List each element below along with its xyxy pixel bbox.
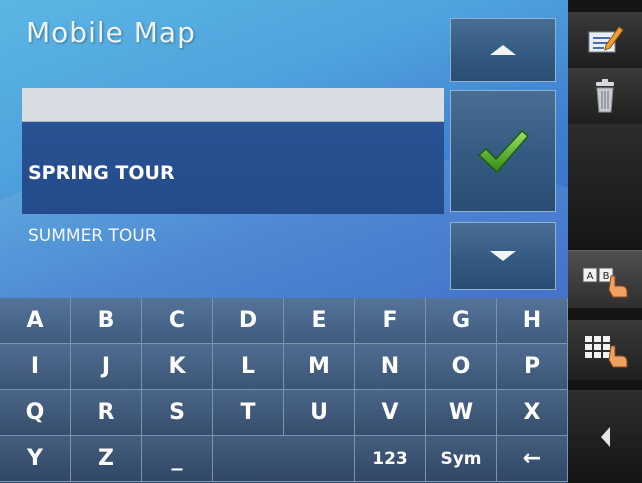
key-v[interactable]: V xyxy=(355,390,426,436)
toolbar-spacer xyxy=(568,124,642,248)
key-l[interactable]: L xyxy=(213,344,284,390)
key-123[interactable]: 123 xyxy=(355,436,426,482)
key-p[interactable]: P xyxy=(497,344,568,390)
triangle-left-icon xyxy=(600,426,610,447)
list-item-label: SPRING TOUR xyxy=(28,162,175,184)
key-s[interactable]: S xyxy=(142,390,213,436)
key-h[interactable]: H xyxy=(497,298,568,344)
app-title: Mobile Map xyxy=(26,16,196,49)
delete-button[interactable] xyxy=(568,68,642,124)
right-toolbar: A B xyxy=(568,0,642,483)
key-i[interactable]: I xyxy=(0,344,71,390)
svg-text:B: B xyxy=(603,271,610,282)
list-item-summer-tour[interactable]: SUMMER TOUR xyxy=(22,214,444,274)
key-q[interactable]: Q xyxy=(0,390,71,436)
svg-text:A: A xyxy=(587,271,594,282)
key-z[interactable]: Z xyxy=(71,436,142,482)
keypad-hand-icon xyxy=(585,336,628,368)
key-g[interactable]: G xyxy=(426,298,497,344)
key-sym[interactable]: Sym xyxy=(426,436,497,482)
key-o[interactable]: O xyxy=(426,344,497,390)
key-b[interactable]: B xyxy=(71,298,142,344)
key-backspace[interactable]: ← xyxy=(497,436,568,482)
confirm-button[interactable] xyxy=(450,90,556,212)
edit-button[interactable] xyxy=(568,12,642,68)
notepad-pencil-icon xyxy=(588,26,624,53)
list-item-empty[interactable] xyxy=(22,88,444,122)
key-n[interactable]: N xyxy=(355,344,426,390)
key-x[interactable]: X xyxy=(497,390,568,436)
numeric-keyboard-button[interactable] xyxy=(568,320,642,380)
ab-keys-hand-icon: A B xyxy=(582,267,628,297)
list-item-label: SUMMER TOUR xyxy=(28,226,157,246)
back-button[interactable] xyxy=(568,390,642,483)
key-space[interactable] xyxy=(213,436,355,482)
list-item-spring-tour[interactable]: SPRING TOUR xyxy=(22,122,444,214)
key-k[interactable]: K xyxy=(142,344,213,390)
scroll-up-button[interactable] xyxy=(450,18,556,82)
abc-keyboard-button[interactable]: A B xyxy=(568,250,642,308)
triangle-up-icon xyxy=(490,45,516,55)
checkmark-icon xyxy=(477,129,530,174)
key-e[interactable]: E xyxy=(284,298,355,344)
key-underscore[interactable]: _ xyxy=(142,436,213,482)
key-t[interactable]: T xyxy=(213,390,284,436)
trash-can-icon xyxy=(596,79,614,113)
onscreen-keyboard: A B C D E F G H I J K L M N O P Q R S T … xyxy=(0,298,568,483)
scroll-down-button[interactable] xyxy=(450,222,556,290)
key-r[interactable]: R xyxy=(71,390,142,436)
key-u[interactable]: U xyxy=(284,390,355,436)
key-m[interactable]: M xyxy=(284,344,355,390)
key-d[interactable]: D xyxy=(213,298,284,344)
triangle-down-icon xyxy=(490,251,516,261)
key-f[interactable]: F xyxy=(355,298,426,344)
key-j[interactable]: J xyxy=(71,344,142,390)
key-y[interactable]: Y xyxy=(0,436,71,482)
tour-list-panel: Mobile Map SPRING TOUR SUMMER TOUR xyxy=(0,0,568,298)
tour-list: SPRING TOUR SUMMER TOUR xyxy=(22,88,444,274)
key-c[interactable]: C xyxy=(142,298,213,344)
key-a[interactable]: A xyxy=(0,298,71,344)
key-w[interactable]: W xyxy=(426,390,497,436)
mobile-map-screen: Mobile Map SPRING TOUR SUMMER TOUR A B C… xyxy=(0,0,642,483)
